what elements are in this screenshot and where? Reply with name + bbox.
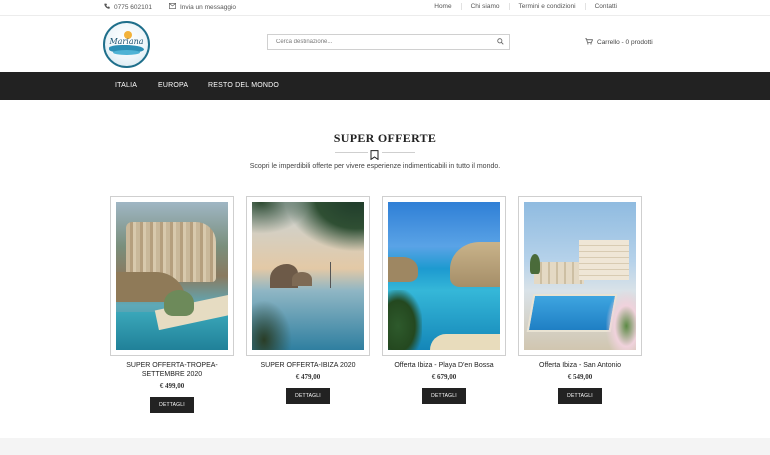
- site-logo[interactable]: Mariana: [103, 21, 150, 68]
- product-image-san-antonio: [524, 202, 636, 350]
- link-contatti[interactable]: Contatti: [584, 3, 626, 10]
- envelope-icon: [169, 3, 176, 11]
- cart-link[interactable]: Carrello - 0 prodotti: [585, 38, 653, 47]
- product-image-playa-den-bossa: [388, 202, 500, 350]
- product-image-frame[interactable]: [518, 196, 642, 356]
- nav-item-resto-del-mondo[interactable]: RESTO DEL MONDO: [208, 82, 279, 89]
- footer-band: [0, 438, 770, 455]
- divider-line-left: [335, 152, 368, 153]
- divider-line-right: [382, 152, 415, 153]
- details-button[interactable]: DETTAGLI: [558, 388, 602, 404]
- details-button[interactable]: DETTAGLI: [286, 388, 330, 404]
- phone-contact[interactable]: 0775 602101: [104, 3, 152, 11]
- product-card: Offerta Ibiza - Playa D'en Bossa € 679,0…: [382, 196, 506, 404]
- cart-icon: [585, 38, 593, 47]
- cart-label: Carrello - 0 prodotti: [597, 39, 653, 46]
- details-button[interactable]: DETTAGLI: [422, 388, 466, 404]
- product-price: € 499,00: [159, 382, 185, 390]
- product-card: Offerta Ibiza - San Antonio € 549,00 DET…: [518, 196, 642, 404]
- details-button[interactable]: DETTAGLI: [150, 397, 194, 413]
- nav-item-europa[interactable]: EUROPA: [158, 82, 188, 89]
- section-subtitle: Scopri le imperdibili offerte per vivere…: [249, 163, 501, 170]
- link-chi-siamo[interactable]: Chi siamo: [460, 3, 509, 10]
- main-nav: ITALIA EUROPA RESTO DEL MONDO: [0, 72, 770, 100]
- product-name[interactable]: Offerta Ibiza - San Antonio: [518, 361, 642, 370]
- search-box: [267, 34, 510, 50]
- product-price: € 549,00: [567, 373, 593, 381]
- link-home[interactable]: Home: [425, 3, 460, 10]
- product-card: SUPER OFFERTA-IBIZA 2020 € 479,00 DETTAG…: [246, 196, 370, 404]
- message-link: Invia un messaggio: [180, 3, 237, 11]
- product-card: SUPER OFFERTA-TROPEA-SETTEMBRE 2020 € 49…: [110, 196, 234, 413]
- product-image-frame[interactable]: [110, 196, 234, 356]
- product-price: € 679,00: [431, 373, 457, 381]
- product-name[interactable]: SUPER OFFERTA-IBIZA 2020: [246, 361, 370, 370]
- phone-icon: [104, 3, 110, 11]
- product-image-frame[interactable]: [246, 196, 370, 356]
- product-name[interactable]: Offerta Ibiza - Playa D'en Bossa: [382, 361, 506, 370]
- product-image-tropea: [116, 202, 228, 350]
- nav-item-italia[interactable]: ITALIA: [115, 82, 137, 89]
- message-contact[interactable]: Invia un messaggio: [169, 3, 236, 11]
- phone-number: 0775 602101: [114, 3, 152, 11]
- product-image-ibiza: [252, 202, 364, 350]
- top-bar: 0775 602101 Invia un messaggio Home Chi …: [0, 0, 770, 16]
- title-divider: [335, 150, 415, 161]
- section-title: SUPER OFFERTE: [333, 131, 437, 145]
- search-input[interactable]: [268, 35, 494, 48]
- product-name[interactable]: SUPER OFFERTA-TROPEA-SETTEMBRE 2020: [110, 361, 234, 379]
- product-image-frame[interactable]: [382, 196, 506, 356]
- product-price: € 479,00: [295, 373, 321, 381]
- link-termini[interactable]: Termini e condizioni: [508, 3, 585, 10]
- top-links: Home Chi siamo Termini e condizioni Cont…: [425, 3, 626, 10]
- logo-wave-2: [113, 50, 140, 55]
- search-icon[interactable]: [497, 38, 504, 47]
